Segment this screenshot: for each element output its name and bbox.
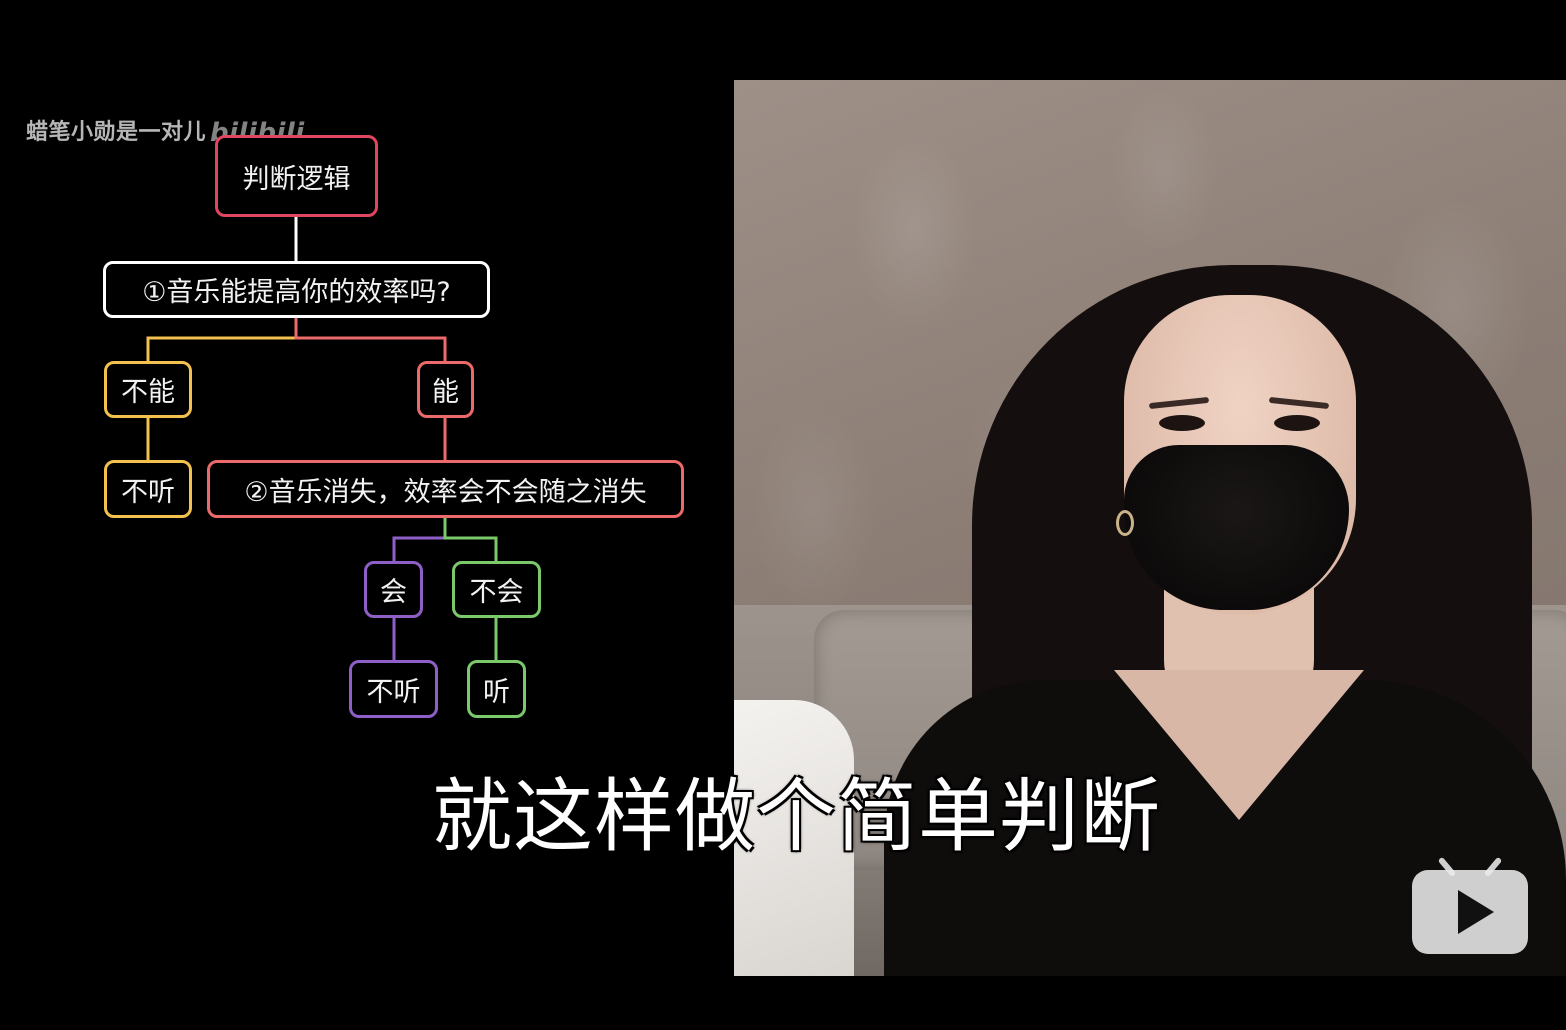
connector-q1-yes [294,318,447,362]
eye [1274,415,1320,431]
connector-q1-no [146,318,298,362]
flow-node-question-1: ①音乐能提高你的效率吗? [103,261,490,318]
tv-play-icon[interactable] [1410,856,1530,956]
eye [1159,415,1205,431]
connector-q2-no [443,517,498,562]
flow-node-cannot: 不能 [104,361,192,418]
flow-node-will: 会 [364,561,423,618]
flow-node-will-not: 不会 [452,561,541,618]
flow-node-root: 判断逻辑 [215,135,378,217]
video-subtitle: 就这样做个简单判断 [432,770,1161,863]
flow-node-can: 能 [417,361,474,418]
flow-node-dont-listen-1: 不听 [104,460,192,518]
flow-node-question-2: ②音乐消失，效率会不会随之消失 [207,460,684,518]
flow-node-dont-listen-2: 不听 [349,660,438,718]
earring [1116,510,1134,536]
video-frame: 蜡笔小勋是一对儿 bilibili 判断逻辑 ①音乐能提高你的效率吗? 不能 能 … [0,0,1566,1030]
connector-q2-yes [392,517,447,562]
flow-node-listen: 听 [467,660,526,718]
play-triangle-icon [1458,890,1494,934]
